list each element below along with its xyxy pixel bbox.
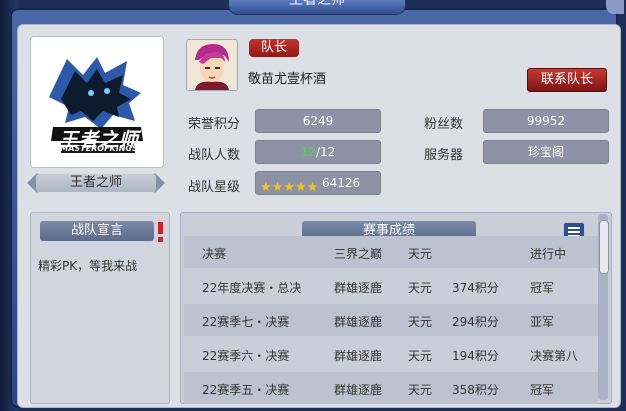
captain-name: 敬苗尤壹杯酒 [248, 72, 327, 87]
results-row: 22赛季五・决赛 群雄逐鹿 天元 358积分 冠军 [184, 372, 598, 404]
results-cell-event: 22赛季六・决赛 [202, 349, 290, 363]
results-cell-event: 决赛 [202, 247, 227, 261]
declaration-text: 精彩PK，等我来战 [38, 259, 138, 273]
results-cell-event: 22年度决赛・总决 [202, 281, 302, 295]
star-icon: ★ [260, 180, 272, 195]
results-cell-server: 天元 [408, 349, 433, 363]
results-cell-points: 194积分 [452, 349, 499, 363]
results-cell-stage: 群雄逐鹿 [334, 281, 383, 295]
team-name: 王者之师 [36, 174, 156, 192]
honor-value: 6249 [255, 109, 381, 133]
members-max: /12 [315, 145, 336, 159]
fans-label: 粉丝数 [424, 117, 464, 132]
members-current: 12 [300, 145, 316, 159]
results-cell-server: 天元 [408, 315, 433, 329]
results-cell-result: 决赛第八 [530, 349, 579, 363]
fans-value: 99952 [483, 109, 609, 133]
results-cell-result: 亚军 [530, 315, 555, 329]
results-row: 决赛 三界之巅 天元 进行中 [184, 236, 598, 268]
star-icon: ★ [306, 180, 319, 195]
results-cell-points: 294积分 [452, 315, 499, 329]
report-alert-icon[interactable] [158, 222, 163, 242]
stars-label: 战队星级 [188, 180, 241, 195]
results-cell-stage: 群雄逐鹿 [334, 315, 383, 329]
members-label: 战队人数 [188, 148, 241, 163]
results-scrollbar-thumb[interactable] [599, 220, 609, 274]
results-cell-result: 冠军 [530, 281, 555, 295]
results-cell-points: 374积分 [452, 281, 499, 295]
stars-field: ★★★★★ 64126 [255, 171, 381, 195]
server-label: 服务器 [424, 148, 464, 163]
corner-decoration [606, 0, 624, 14]
star-icon: ★ [271, 180, 284, 195]
star-rating: ★★★★★ [260, 176, 318, 198]
team-name-plate: 王者之师 [27, 172, 165, 194]
results-row: 22赛季六・决赛 群雄逐鹿 天元 194积分 决赛第八 [184, 338, 598, 370]
results-cell-server: 天元 [408, 247, 433, 261]
honor-label: 荣誉积分 [188, 117, 241, 132]
avatar-portrait-icon [187, 40, 237, 90]
results-cell-stage: 群雄逐鹿 [334, 383, 383, 397]
star-icon: ★ [283, 180, 295, 195]
contact-captain-button[interactable]: 联系队长 [527, 68, 607, 92]
results-cell-event: 22赛季五・决赛 [202, 383, 290, 397]
captain-badge: 队长 [249, 39, 299, 57]
results-cell-result: 进行中 [530, 247, 567, 261]
declaration-title: 战队宣言 [40, 221, 154, 241]
results-cell-stage: 三界之巅 [334, 247, 383, 261]
results-cell-points: 358积分 [452, 383, 499, 397]
server-value: 珍宝阁 [483, 140, 609, 164]
results-cell-server: 天元 [408, 281, 433, 295]
logo-subtitle: MASTEROFKINGS [60, 144, 138, 153]
captain-avatar[interactable] [186, 39, 238, 91]
results-cell-result: 冠军 [530, 383, 555, 397]
results-cell-server: 天元 [408, 383, 433, 397]
window-title: 王者之师 [228, 0, 406, 15]
stars-value: 64126 [322, 176, 361, 190]
results-row: 22年度决赛・总决 群雄逐鹿 天元 374积分 冠军 [184, 270, 598, 302]
results-cell-stage: 群雄逐鹿 [334, 349, 383, 363]
members-value: 12/12 [255, 140, 381, 164]
team-logo: 王者之师 MASTEROFKINGS [30, 36, 164, 168]
results-row: 22赛季七・决赛 群雄逐鹿 天元 294积分 亚军 [184, 304, 598, 336]
star-icon: ★ [294, 180, 307, 195]
results-cell-event: 22赛季七・决赛 [202, 315, 290, 329]
